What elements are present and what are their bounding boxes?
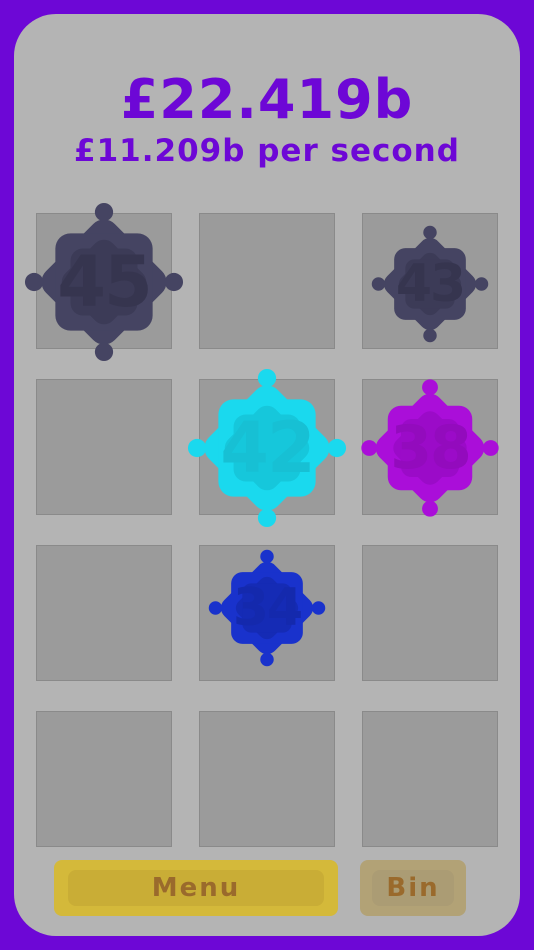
menu-button[interactable]: Menu xyxy=(54,860,338,916)
tile-34[interactable]: 34 xyxy=(208,549,326,667)
tile-42[interactable]: 42 xyxy=(187,368,347,528)
tile-level: 42 xyxy=(220,407,315,489)
tile-level: 34 xyxy=(232,578,303,638)
grid-cell[interactable] xyxy=(199,711,335,847)
grid-cell[interactable] xyxy=(199,213,335,349)
tile-level: 43 xyxy=(395,254,466,314)
tile-level: 38 xyxy=(390,413,472,483)
tile-43[interactable]: 43 xyxy=(371,225,489,343)
balance-display: £22.419b xyxy=(120,68,414,131)
income-rate: £11.209b per second xyxy=(74,133,460,169)
tile-38[interactable]: 38 xyxy=(361,379,499,517)
grid-cell[interactable] xyxy=(36,379,172,515)
bin-button[interactable]: Bin xyxy=(360,860,466,916)
grid-cell[interactable] xyxy=(362,711,498,847)
grid-cell[interactable] xyxy=(36,711,172,847)
grid-cell[interactable] xyxy=(362,545,498,681)
grid-cell[interactable] xyxy=(36,545,172,681)
menu-button-label: Menu xyxy=(151,873,241,903)
tile-45[interactable]: 45 xyxy=(24,202,184,362)
bin-button-label: Bin xyxy=(386,873,440,903)
tile-level: 45 xyxy=(57,241,152,323)
